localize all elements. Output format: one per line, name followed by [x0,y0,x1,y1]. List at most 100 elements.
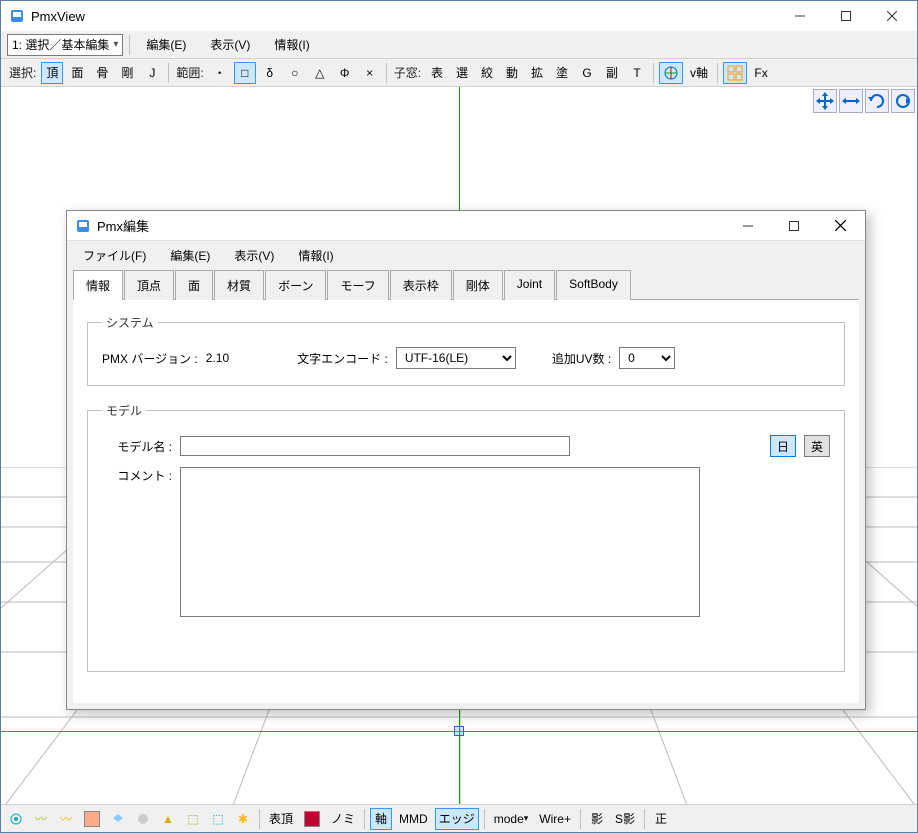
model-name-label: モデル名 : [102,438,172,455]
version-label: PMX バージョン : [102,350,198,367]
range-tri-button[interactable]: △ [309,62,331,84]
model-name-input[interactable] [180,436,570,456]
status-flag-icon[interactable]: ▲ [157,808,179,830]
status-layers-icon[interactable] [107,808,129,830]
tab-display[interactable]: 表示枠 [390,270,452,300]
sel-bone-button[interactable]: 骨 [91,62,113,84]
dialog-menu-info[interactable]: 情報(I) [288,243,343,268]
range-delta-button[interactable]: δ [259,62,281,84]
range-circle-button[interactable]: ○ [284,62,306,84]
uv-label: 追加UV数 : [552,350,611,367]
status-edge-button[interactable]: エッジ [435,808,479,830]
status-dots-icon[interactable]: ⬚ [207,808,229,830]
sel-face-button[interactable]: 面 [66,62,88,84]
chevron-down-icon: ▾ [524,813,529,824]
comment-label: コメント : [102,467,172,484]
select-label: 選択: [7,64,38,81]
status-mode-button[interactable]: mode ▾ [490,808,533,830]
comment-textarea[interactable] [180,467,700,617]
status-sphere-icon[interactable] [132,808,154,830]
childwin-0[interactable]: 表 [426,62,448,84]
dialog-titlebar[interactable]: Pmx編集 [67,211,865,241]
tab-morph[interactable]: モーフ [327,270,388,300]
close-button[interactable] [869,1,915,31]
mode-combo[interactable]: 1: 選択／基本編集 ▾ [7,34,123,56]
main-menubar: 1: 選択／基本編集 ▾ 編集(E) 表示(V) 情報(I) [1,31,917,59]
statusbar: 〰 〰 ▲ ⬚ ⬚ ✱ 表頂 ノミ 軸 MMD エッジ mode ▾ Wire+… [1,804,917,832]
menu-edit[interactable]: 編集(E) [136,32,196,57]
menu-info[interactable]: 情報(I) [264,32,319,57]
tab-joint[interactable]: Joint [504,270,555,300]
separator [129,35,130,55]
sel-vertex-button[interactable]: 頂 [41,62,63,84]
status-target-icon[interactable] [5,808,27,830]
status-surface-button[interactable]: 表頂 [265,808,297,830]
status-wire-button[interactable]: Wire+ [535,808,575,830]
dialog-close-button[interactable] [817,211,863,241]
status-shadow-button[interactable]: 影 [586,808,608,830]
status-axis-button[interactable]: 軸 [370,808,392,830]
lang-jp-button[interactable]: 日 [770,435,796,457]
tab-bone[interactable]: ボーン [265,270,326,300]
minimize-button[interactable] [777,1,823,31]
vaxis-button[interactable]: v軸 [686,62,712,84]
status-normal-button[interactable]: 正 [650,808,672,830]
dialog-menu-file[interactable]: ファイル(F) [73,243,156,268]
tab-material[interactable]: 材質 [214,270,264,300]
move-gizmo-button[interactable] [813,89,837,113]
separator [168,63,169,83]
separator [364,809,365,829]
encoding-select[interactable]: UTF-16(LE) [396,347,516,369]
dialog-menu-view[interactable]: 表示(V) [224,243,284,268]
version-value: 2.10 [206,351,229,365]
tab-rigid[interactable]: 剛体 [453,270,503,300]
axis-indicator-button[interactable] [659,62,683,84]
scale-gizmo-button[interactable] [839,89,863,113]
status-mmd-button[interactable]: MMD [395,808,432,830]
status-wave1-icon[interactable]: 〰 [30,808,52,830]
fx-button[interactable]: Fx [750,62,772,84]
childwin-7[interactable]: 副 [601,62,623,84]
mode-combo-label: 1: 選択／基本編集 [12,36,109,53]
origin-gizmo[interactable] [454,726,464,736]
tab-face[interactable]: 面 [175,270,213,300]
dialog-minimize-button[interactable] [725,211,771,241]
childwin-8[interactable]: T [626,62,648,84]
sel-rigid-button[interactable]: 剛 [116,62,138,84]
status-link-icon[interactable]: ⬚ [182,808,204,830]
tab-softbody[interactable]: SoftBody [556,270,631,300]
childwin-4[interactable]: 拡 [526,62,548,84]
childwin-1[interactable]: 選 [451,62,473,84]
rotate-gizmo-button[interactable] [865,89,889,113]
status-wave2-icon[interactable]: 〰 [55,808,77,830]
range-rect-button[interactable]: □ [234,62,256,84]
dialog-maximize-button[interactable] [771,211,817,241]
range-phi-button[interactable]: Φ [334,62,356,84]
status-red-swatch[interactable] [300,808,324,830]
uv-select[interactable]: 0 [619,347,675,369]
main-titlebar: PmxView [1,1,917,31]
lang-en-button[interactable]: 英 [804,435,830,457]
childwin-5[interactable]: 塗 [551,62,573,84]
range-dot-button[interactable]: ・ [209,62,231,84]
app-icon [75,218,91,234]
dialog-menu-edit[interactable]: 編集(E) [160,243,220,268]
tab-info[interactable]: 情報 [73,270,123,300]
model-fieldset: モデル モデル名 : 日 英 コメント : [87,402,845,672]
tab-vertex[interactable]: 頂点 [124,270,174,300]
childwin-6[interactable]: G [576,62,598,84]
sel-joint-button[interactable]: J [141,62,163,84]
maximize-button[interactable] [823,1,869,31]
menu-view[interactable]: 表示(V) [200,32,260,57]
status-nomi-button[interactable]: ノミ [327,808,359,830]
childwin-2[interactable]: 絞 [476,62,498,84]
childwin-3[interactable]: 動 [501,62,523,84]
status-sshadow-button[interactable]: S影 [611,808,639,830]
range-x-button[interactable]: × [359,62,381,84]
status-square-icon[interactable] [80,808,104,830]
system-legend: システム [102,314,158,331]
pmx-edit-dialog: Pmx編集 ファイル(F) 編集(E) 表示(V) 情報(I) 情報 頂点 面 … [66,210,866,710]
orbit-button[interactable] [891,89,915,113]
quad-view-button[interactable] [723,62,747,84]
status-bug-icon[interactable]: ✱ [232,808,254,830]
